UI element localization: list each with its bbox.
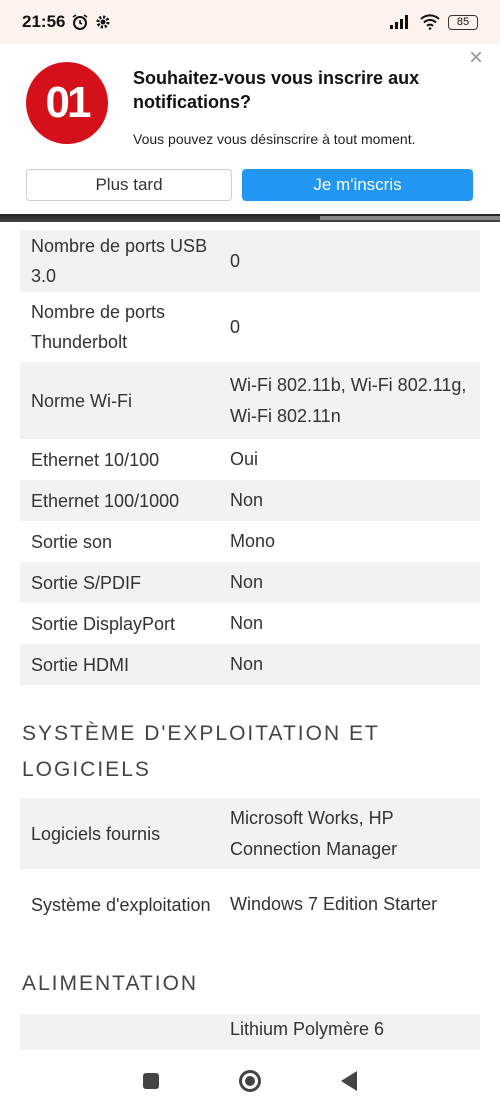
os-table: Logiciels fournis Microsoft Works, HP Co… (20, 798, 480, 940)
status-right: 85 (390, 14, 478, 30)
spec-key: Norme Wi-Fi (31, 390, 132, 411)
table-row: Système d'exploitation Windows 7 Edition… (20, 869, 480, 940)
page-scrollbar[interactable] (0, 214, 500, 222)
table-row: Sortie son Mono (20, 521, 480, 562)
close-icon[interactable]: × (462, 44, 490, 72)
spec-content[interactable]: Nombre de ports USB 3.0 0 Nombre de port… (0, 222, 500, 1050)
table-row: Nombre de ports USB 3.0 0 (20, 230, 480, 292)
notification-prompt: 01 × Souhaitez-vous vous inscrire aux no… (0, 44, 500, 216)
clock: 21:56 (22, 12, 66, 31)
table-row: Batterie Lithium Polymère 6 (20, 1014, 480, 1050)
spec-key: Sortie son (31, 531, 113, 552)
spec-value: 0 (230, 250, 241, 271)
site-logo: 01 (26, 62, 108, 144)
signal-icon (390, 15, 412, 29)
section-title-os: SYSTÈME D'EXPLOITATION ET LOGICIELS (22, 722, 380, 781)
spec-key: Système d'exploitation (31, 894, 211, 915)
table-row: Logiciels fournis Microsoft Works, HP Co… (20, 798, 480, 869)
section-title-power: ALIMENTATION (22, 972, 199, 995)
home-circle-icon[interactable] (239, 1069, 261, 1092)
prompt-title: Souhaitez-vous vous inscrire aux notific… (133, 68, 420, 112)
spec-key: Sortie S/PDIF (31, 572, 142, 593)
spec-value: Mono (230, 531, 276, 551)
spec-key: Sortie HDMI (31, 654, 130, 675)
table-row: Sortie S/PDIF Non (20, 562, 480, 603)
scrollbar-thumb[interactable] (320, 216, 500, 220)
spec-value: Wi-Fi 802.11b, Wi-Fi 802.11g, Wi-Fi 802.… (230, 374, 467, 426)
power-table: Batterie Lithium Polymère 6 (20, 1014, 480, 1050)
spec-key: Nombre de ports USB 3.0 (31, 236, 208, 286)
back-triangle-icon[interactable] (341, 1070, 357, 1091)
later-button[interactable]: Plus tard (26, 169, 232, 201)
spec-key: Logiciels fournis (31, 823, 161, 844)
spec-value: Microsoft Works, HP Connection Manager (230, 807, 398, 859)
table-row: Sortie HDMI Non (20, 644, 480, 685)
spec-value: Oui (230, 449, 259, 469)
wifi-icon (420, 14, 440, 30)
status-bar: 21:56 85 (0, 0, 500, 44)
spec-value: Non (230, 572, 264, 592)
prompt-subtitle: Vous pouvez vous désinscrire à tout mome… (133, 131, 416, 147)
battery-icon: 85 (448, 14, 478, 30)
recents-square-icon[interactable] (143, 1072, 159, 1089)
spec-value: Non (230, 613, 264, 633)
spec-key: Batterie (20, 1014, 230, 1050)
spec-value: Non (230, 490, 264, 510)
spec-value: Lithium Polymère 6 (230, 1019, 385, 1039)
gear-icon (95, 14, 111, 30)
table-row: Ethernet 100/1000 Non (20, 480, 480, 521)
spec-value: Non (230, 654, 264, 674)
table-row: Norme Wi-Fi Wi-Fi 802.11b, Wi-Fi 802.11g… (20, 362, 480, 439)
spec-key: Sortie DisplayPort (31, 613, 176, 634)
connectivity-table: Nombre de ports USB 3.0 0 Nombre de port… (20, 230, 480, 685)
spec-value: Windows 7 Edition Starter (230, 894, 438, 914)
spec-key: Nombre de ports Thunderbolt (31, 302, 166, 352)
spec-key: Ethernet 100/1000 (31, 490, 180, 511)
spec-key: Ethernet 10/100 (31, 449, 160, 470)
spec-value: 0 (230, 316, 241, 337)
table-row: Ethernet 10/100 Oui (20, 439, 480, 480)
system-nav-bar (0, 1050, 500, 1111)
alarm-icon (71, 13, 89, 31)
subscribe-button[interactable]: Je m'inscris (242, 169, 473, 201)
status-left: 21:56 (22, 12, 111, 32)
table-row: Sortie DisplayPort Non (20, 603, 480, 644)
table-row: Nombre de ports Thunderbolt 0 (20, 292, 480, 362)
